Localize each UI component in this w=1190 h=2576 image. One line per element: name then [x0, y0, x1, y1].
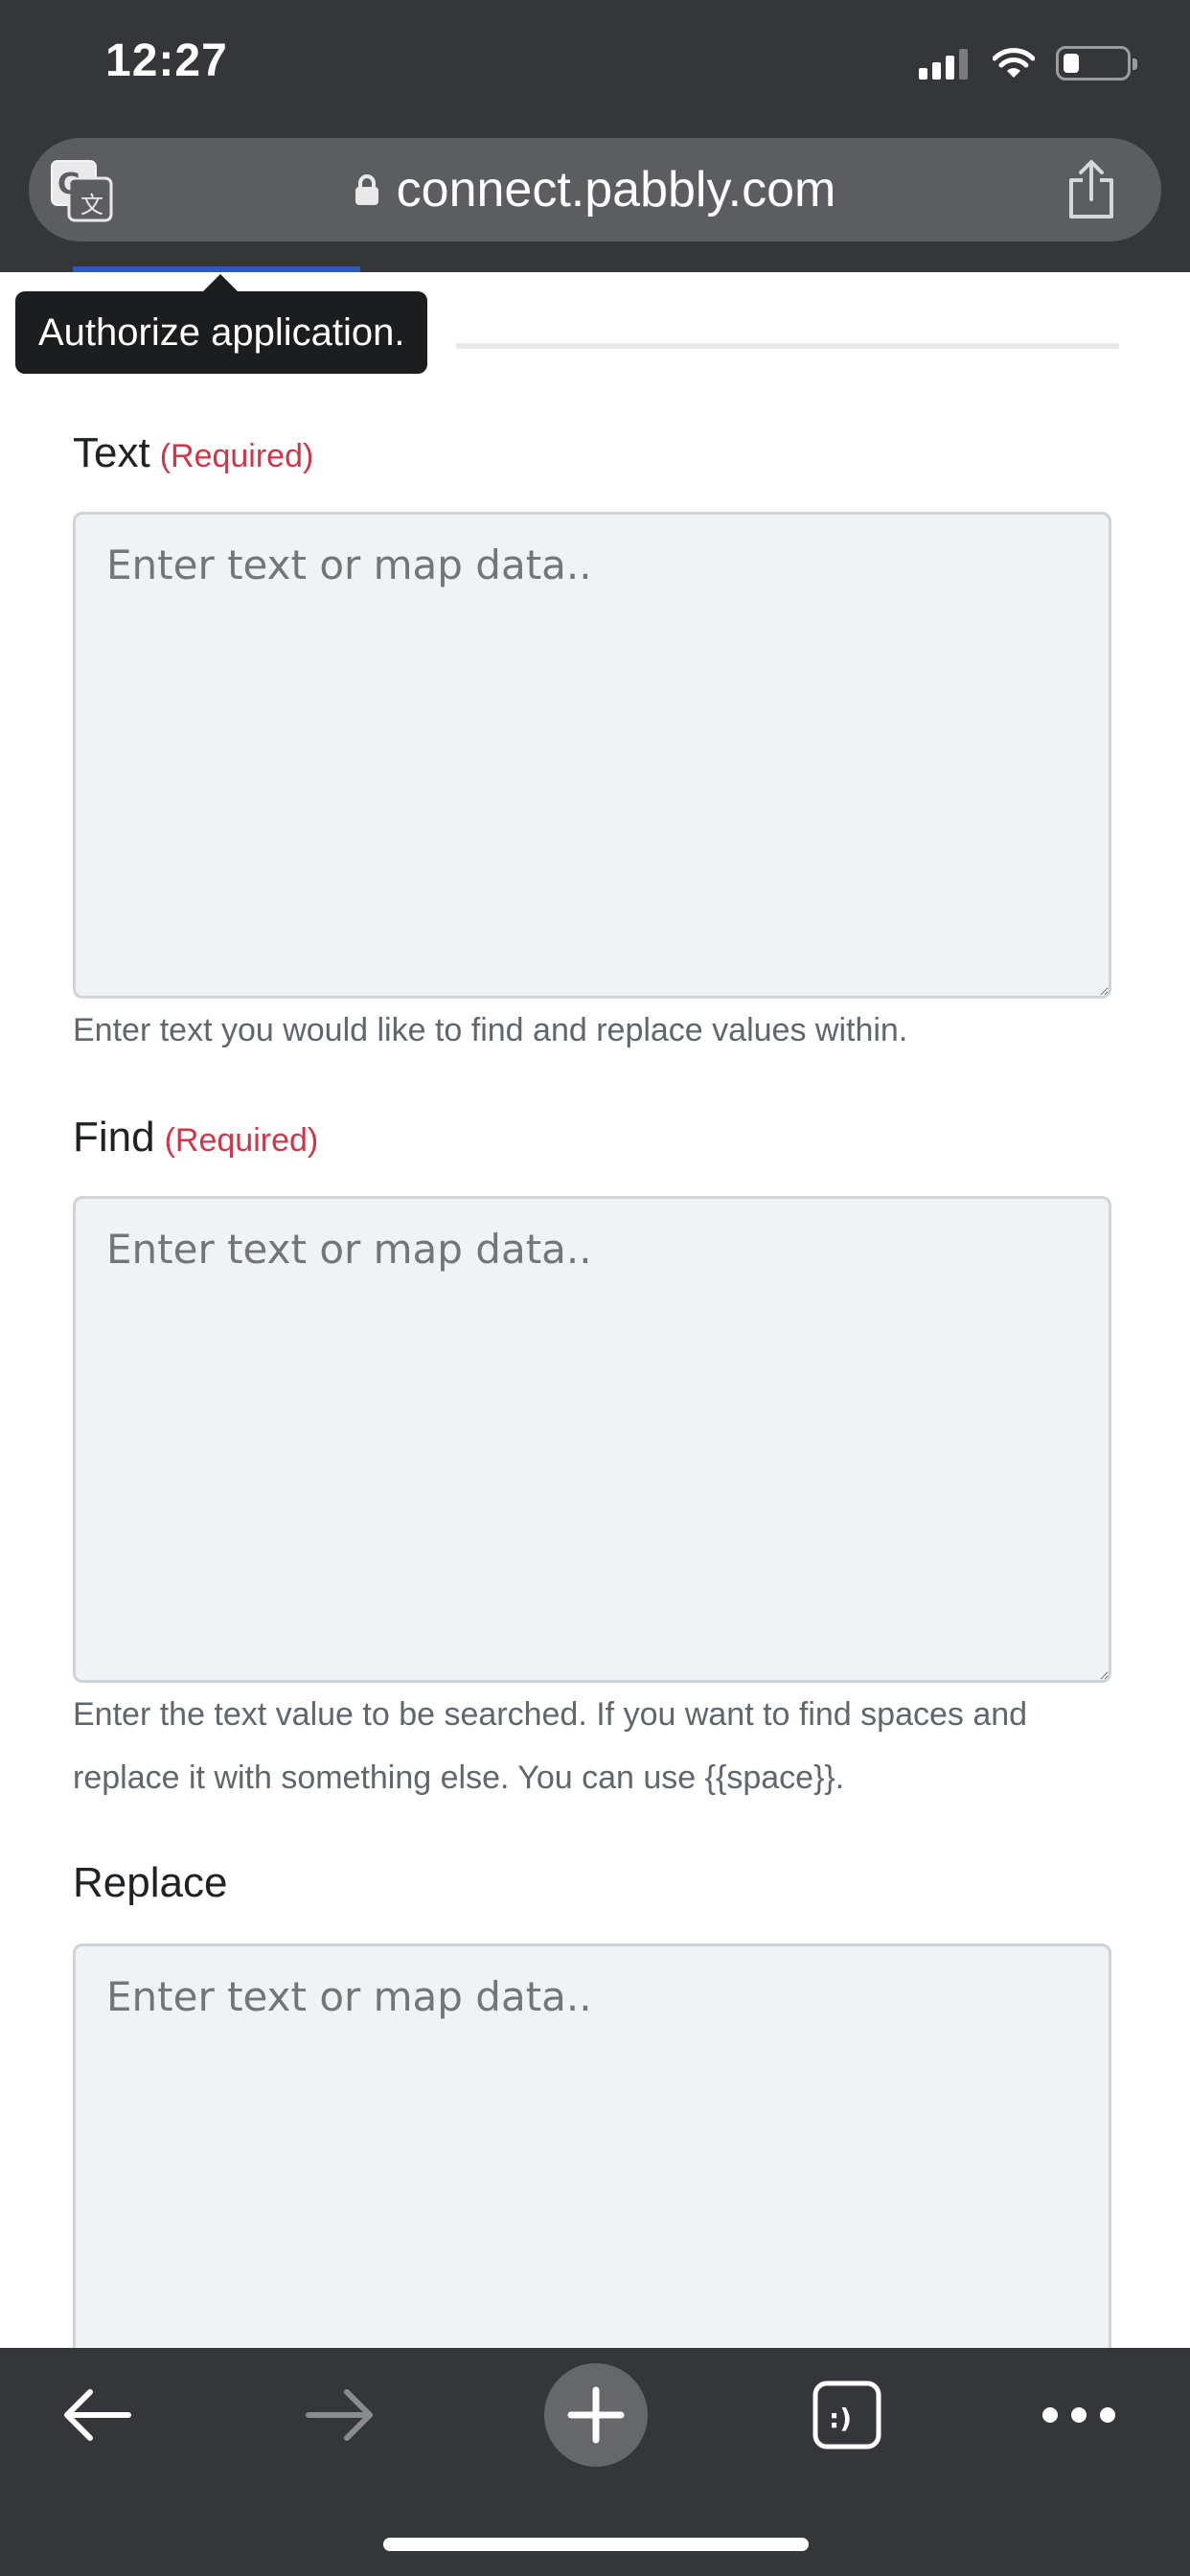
svg-text::): :)	[829, 2403, 852, 2434]
browser-top-bar: 12:27 G 文 connect.pabbly.com	[0, 0, 1190, 272]
find-help: Enter the text value to be searched. If …	[73, 1696, 1028, 1796]
find-input[interactable]	[73, 1196, 1111, 1683]
field-label-find: Find	[73, 1114, 155, 1161]
required-indicator: (Required)	[159, 438, 314, 474]
replace-field-label: Replace	[73, 1859, 227, 1907]
tooltip: Authorize application.	[15, 291, 428, 374]
section-divider	[456, 343, 1119, 349]
more-icon	[1042, 2407, 1115, 2423]
home-indicator[interactable]	[383, 2538, 809, 2551]
new-tab-button[interactable]	[538, 2348, 653, 2482]
field-label-text: Text	[73, 429, 150, 476]
cellular-signal-icon	[919, 47, 968, 80]
status-icons	[919, 42, 1137, 84]
text-field-label: Text (Required)	[73, 429, 313, 477]
tabs-icon: :)	[812, 2380, 881, 2450]
required-indicator: (Required)	[164, 1122, 319, 1159]
lock-icon	[355, 174, 378, 205]
more-button[interactable]	[1021, 2348, 1136, 2482]
url-text: connect.pabbly.com	[396, 162, 836, 218]
text-help: Enter text you would like to find and re…	[73, 1012, 908, 1048]
arrow-left-icon	[64, 2389, 131, 2441]
tabs-button[interactable]: :)	[790, 2348, 904, 2482]
replace-input[interactable]	[73, 1944, 1111, 2384]
plus-icon	[544, 2363, 648, 2467]
field-label-replace: Replace	[73, 1859, 228, 1906]
status-time: 12:27	[105, 35, 228, 86]
wifi-icon	[993, 48, 1035, 78]
forward-button[interactable]	[284, 2348, 399, 2482]
text-input[interactable]	[73, 512, 1111, 999]
screen: 12:27 G 文 connect.pabbly.com Authorize a…	[0, 0, 1190, 2576]
tab-underline	[73, 266, 360, 272]
address-bar[interactable]: G 文 connect.pabbly.com	[29, 138, 1161, 242]
share-icon[interactable]	[1064, 159, 1119, 220]
arrow-right-icon	[306, 2389, 373, 2441]
back-button[interactable]	[38, 2348, 153, 2482]
find-field-label: Find (Required)	[73, 1114, 318, 1162]
tooltip-arrow	[201, 274, 240, 293]
battery-icon	[1056, 46, 1137, 80]
url-display[interactable]: connect.pabbly.com	[29, 138, 1161, 242]
